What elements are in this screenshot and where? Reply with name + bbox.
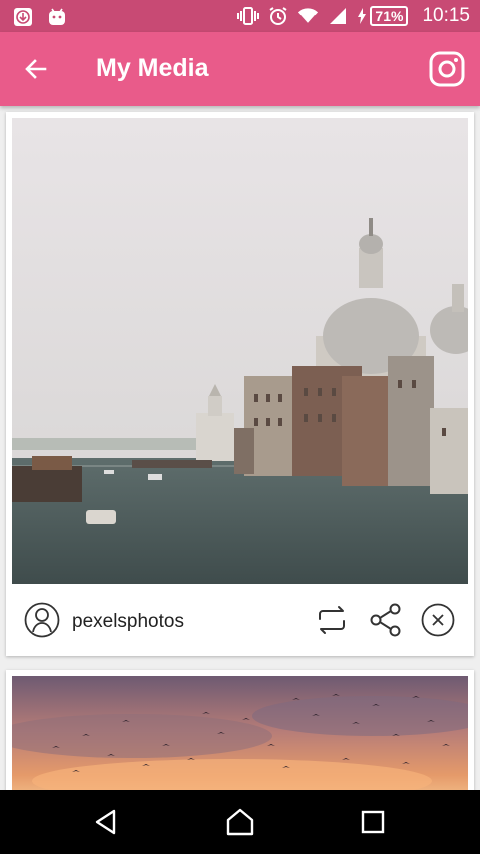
status-bar: 71% 10:15 (0, 0, 480, 32)
remove-button[interactable] (418, 600, 458, 640)
android-icon (46, 6, 68, 28)
user-avatar-icon (24, 602, 60, 638)
home-icon (226, 808, 254, 836)
venice-grand-canal-photo[interactable] (12, 118, 468, 584)
share-button[interactable] (366, 600, 406, 640)
wifi-icon (297, 5, 319, 27)
sunset-birds-photo[interactable] (12, 676, 468, 800)
vibrate-icon (237, 5, 260, 27)
battery-indicator: 71% (357, 6, 409, 26)
media-card: pexelsphotos (6, 112, 474, 656)
instagram-button[interactable] (428, 50, 466, 88)
post-meta-row: pexelsphotos (6, 584, 474, 656)
share-icon (370, 603, 401, 637)
signal-icon (327, 5, 349, 27)
back-button[interactable] (18, 51, 54, 87)
avatar[interactable] (24, 602, 60, 638)
clock: 10:15 (422, 5, 470, 26)
recents-icon (361, 810, 385, 834)
download-icon (12, 6, 34, 28)
page-title: My Media (96, 54, 209, 82)
username[interactable]: pexelsphotos (72, 611, 184, 633)
arrow-left-icon (25, 59, 47, 79)
close-circle-icon (421, 603, 455, 637)
back-triangle-icon (95, 809, 116, 835)
instagram-icon (429, 51, 465, 87)
system-nav-bar (0, 790, 480, 854)
nav-recents-button[interactable] (355, 804, 391, 840)
app-bar: My Media (0, 32, 480, 106)
repost-button[interactable] (312, 600, 352, 640)
nav-back-button[interactable] (88, 804, 124, 840)
charging-icon (358, 8, 367, 24)
media-card (6, 670, 474, 800)
alarm-icon (267, 5, 289, 27)
nav-home-button[interactable] (222, 804, 258, 840)
battery-level: 71% (370, 6, 409, 26)
repost-icon (319, 606, 345, 634)
